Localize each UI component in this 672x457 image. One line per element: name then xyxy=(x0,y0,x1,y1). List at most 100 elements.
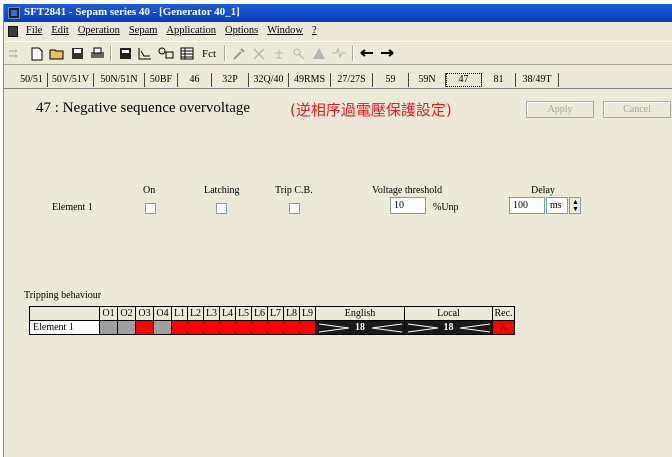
tab-50n-51n[interactable]: 50N/51N xyxy=(94,73,145,87)
menu-window[interactable]: Window xyxy=(267,25,303,36)
menu-bar: File Edit Operation Sepam Application Op… xyxy=(4,23,672,40)
menu-help[interactable]: ? xyxy=(312,25,317,36)
cell-l5[interactable] xyxy=(235,320,252,335)
trip-cb-checkbox[interactable] xyxy=(289,203,300,214)
latching-checkbox[interactable] xyxy=(216,203,227,214)
menu-sepam[interactable]: Sepam xyxy=(129,25,158,36)
new-file-icon[interactable] xyxy=(28,45,46,62)
menu-file[interactable]: File xyxy=(26,25,42,36)
arrow-right-icon[interactable] xyxy=(378,45,396,62)
header-o4: O4 xyxy=(153,306,172,321)
fct-button[interactable]: Fct xyxy=(198,45,220,62)
cell-l2[interactable] xyxy=(187,320,204,335)
settings-panel: 47 : Negative sequence overvoltage (逆相序過… xyxy=(4,90,672,457)
tab-32q-40[interactable]: 32Q/40 xyxy=(249,73,289,87)
tab-47[interactable]: 47 xyxy=(446,73,482,87)
local-value: 18 xyxy=(443,322,454,333)
latching-column-label: Latching xyxy=(204,185,240,196)
tab-46[interactable]: 46 xyxy=(178,73,212,87)
header-l7: L7 xyxy=(267,306,284,321)
app-icon xyxy=(8,7,20,19)
tab-27-27s[interactable]: 27/27S xyxy=(331,73,373,87)
tab-81[interactable]: 81 xyxy=(482,73,516,87)
delay-unit-field[interactable]: ms xyxy=(546,197,568,214)
tab-59n[interactable]: 59N xyxy=(409,73,446,87)
on-checkbox[interactable] xyxy=(145,203,156,214)
signal-icon[interactable] xyxy=(330,45,348,62)
voltage-threshold-label: Voltage threshold xyxy=(372,185,443,196)
function-tabs: 50/51 50V/51V 50N/51N 50BF 46 32P 32Q/40… xyxy=(4,70,672,89)
header-rec: Rec. xyxy=(492,306,515,321)
warning-icon[interactable] xyxy=(310,45,328,62)
wrench-icon[interactable] xyxy=(230,45,248,62)
tab-50bf[interactable]: 50BF xyxy=(145,73,178,87)
tab-49rms[interactable]: 49RMS xyxy=(289,73,331,87)
chart-icon[interactable] xyxy=(136,45,154,62)
header-l5: L5 xyxy=(235,306,252,321)
table-icon[interactable] xyxy=(178,45,196,62)
open-folder-icon[interactable] xyxy=(48,45,66,62)
key-icon[interactable] xyxy=(290,45,308,62)
print-icon[interactable] xyxy=(88,45,106,62)
window-title: SFT2841 - Sepam series 40 - [Generator 4… xyxy=(24,6,240,18)
tab-59[interactable]: 59 xyxy=(373,73,409,87)
delay-label: Delay xyxy=(531,185,555,196)
tree-icon[interactable] xyxy=(270,45,288,62)
cell-l8[interactable] xyxy=(283,320,300,335)
cell-l6[interactable] xyxy=(251,320,268,335)
title-bar: SFT2841 - Sepam series 40 - [Generator 4… xyxy=(4,4,672,22)
header-l6: L6 xyxy=(251,306,268,321)
toolbar-separator xyxy=(224,46,226,61)
cell-o1[interactable] xyxy=(99,320,118,335)
cell-l4[interactable] xyxy=(219,320,236,335)
cell-l9[interactable] xyxy=(299,320,316,335)
toolbar-separator xyxy=(352,46,354,61)
arrow-left-icon[interactable] xyxy=(358,45,376,62)
toolbar-grip-icon: ⇉ xyxy=(8,48,18,60)
cell-o2[interactable] xyxy=(117,320,136,335)
cell-o3[interactable] xyxy=(135,320,154,335)
cancel-button[interactable]: Cancel xyxy=(603,101,671,118)
tool-icon[interactable] xyxy=(250,45,268,62)
save-icon[interactable] xyxy=(68,45,86,62)
cell-rec[interactable]: X xyxy=(492,320,515,335)
menu-application[interactable]: Application xyxy=(166,25,216,36)
cell-english[interactable]: 18 xyxy=(315,320,405,335)
element-1-label: Element 1 xyxy=(52,202,93,213)
cell-l3[interactable] xyxy=(203,320,220,335)
cell-local[interactable]: 18 xyxy=(404,320,493,335)
tab-32p[interactable]: 32P xyxy=(212,73,249,87)
menu-operation[interactable]: Operation xyxy=(78,25,120,36)
tripping-behaviour-title: Tripping behaviour xyxy=(24,290,102,301)
voltage-threshold-input[interactable]: 10 xyxy=(390,197,426,214)
header-l9: L9 xyxy=(299,306,316,321)
on-column-label: On xyxy=(143,185,156,196)
header-l8: L8 xyxy=(283,306,300,321)
tab-50v-51v[interactable]: 50V/51V xyxy=(48,73,94,87)
diagram-icon[interactable] xyxy=(156,45,176,62)
header-o1: O1 xyxy=(99,306,118,321)
cell-l7[interactable] xyxy=(267,320,284,335)
header-o3: O3 xyxy=(135,306,154,321)
header-l3: L3 xyxy=(203,306,220,321)
header-l4: L4 xyxy=(219,306,236,321)
cell-o4[interactable] xyxy=(153,320,172,335)
page-subtitle: (逆相序過電壓保護設定) xyxy=(290,101,452,119)
tab-50-51[interactable]: 50/51 xyxy=(16,73,48,87)
apply-button[interactable]: Apply xyxy=(526,101,594,118)
header-english: English xyxy=(315,306,405,321)
app-window: SFT2841 - Sepam series 40 - [Generator 4… xyxy=(3,4,672,457)
sepam-save-icon[interactable] xyxy=(116,45,134,62)
tab-38-49t[interactable]: 38/49T xyxy=(516,73,559,87)
delay-spinner[interactable]: ▲ ▼ xyxy=(569,197,581,214)
menu-options[interactable]: Options xyxy=(225,25,258,36)
header-local: Local xyxy=(404,306,493,321)
row-element-1-label: Element 1 xyxy=(29,320,100,335)
spin-down-icon[interactable]: ▼ xyxy=(572,206,579,213)
menu-edit[interactable]: Edit xyxy=(51,25,69,36)
document-icon[interactable] xyxy=(8,26,18,37)
delay-input[interactable]: 100 xyxy=(509,197,545,214)
header-l2: L2 xyxy=(187,306,204,321)
cell-l1[interactable] xyxy=(171,320,188,335)
threshold-unit: %Unp xyxy=(433,202,459,213)
